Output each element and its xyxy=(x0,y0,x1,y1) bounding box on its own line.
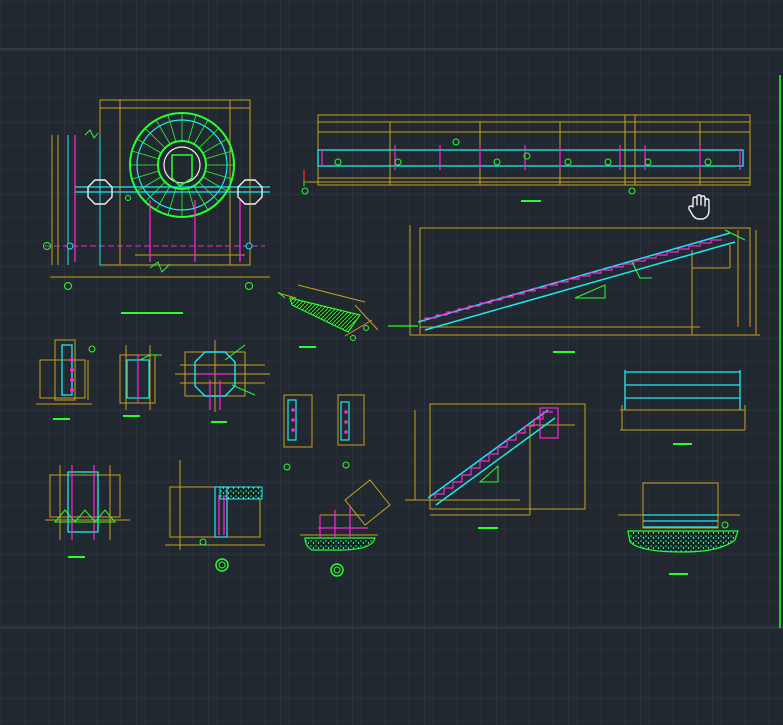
major-grid xyxy=(0,0,783,725)
cad-drawing-canvas[interactable] xyxy=(0,0,783,725)
pan-hand-icon xyxy=(688,194,710,220)
